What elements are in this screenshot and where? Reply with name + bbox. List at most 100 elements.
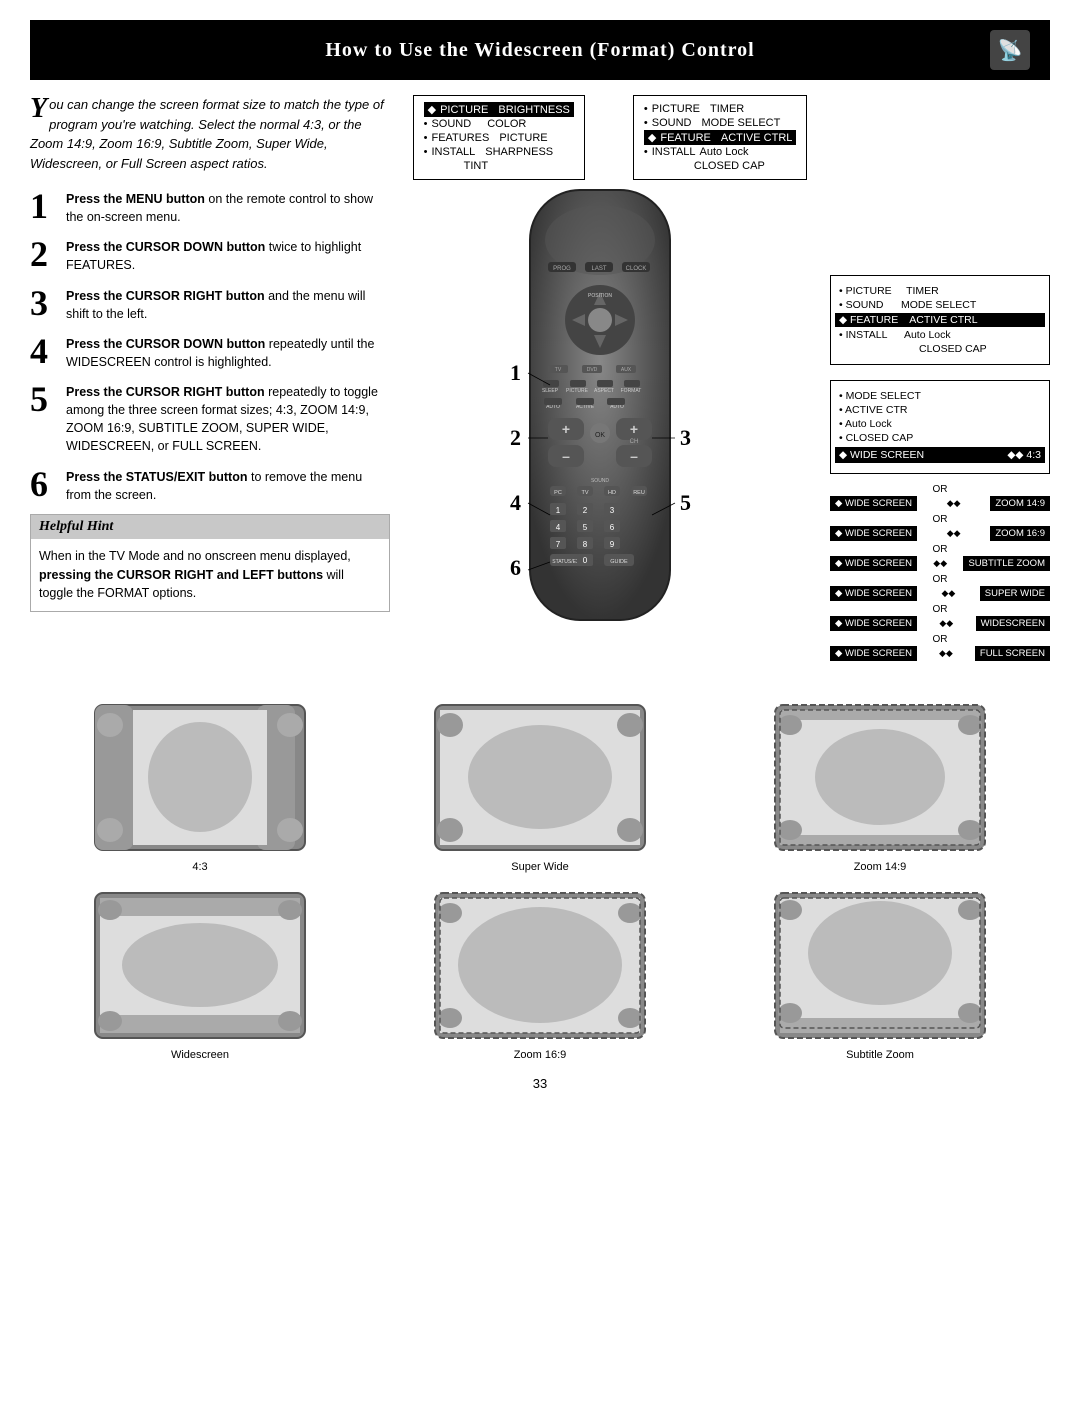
wide-arrow-5: ◆◆ [939, 618, 953, 629]
svg-text:GUIDE: GUIDE [610, 559, 628, 565]
svg-text:1: 1 [510, 360, 521, 385]
wide-row-3: ◆ WIDE SCREEN ◆◆ SUBTITLE ZOOM [830, 556, 1050, 571]
opt-closedcap: CLOSED CAP [919, 342, 1041, 356]
format-label-zoom149: Zoom 14:9 [854, 861, 907, 873]
menu-item-features: • FEATURES PICTURE [424, 131, 574, 145]
svg-text:OK: OK [595, 432, 605, 439]
format-label-subtitle: Subtitle Zoom [846, 1049, 914, 1061]
page-number-text: 33 [533, 1076, 547, 1091]
wide-arrow-6: ◆◆ [939, 648, 953, 659]
svg-text:3: 3 [680, 425, 691, 450]
wide-left-5: ◆ WIDE SCREEN [830, 616, 917, 631]
wide-row-6: ◆ WIDE SCREEN ◆◆ FULL SCREEN [830, 646, 1050, 661]
or-6: OR [830, 634, 1050, 645]
svg-text:ASPECT: ASPECT [594, 388, 614, 394]
step-text-6: Press the STATUS/EXIT button to remove t… [66, 466, 390, 504]
wide-left-1: ◆ WIDE SCREEN [830, 496, 917, 511]
step-text-5: Press the CURSOR RIGHT button repeatedly… [66, 381, 390, 456]
bullet-sound: • [424, 118, 428, 130]
menu-right-brightness: BRIGHTNESS [498, 104, 570, 116]
format-svg-subtitle [770, 888, 990, 1043]
step-text-4: Press the CURSOR DOWN button repeatedly … [66, 333, 390, 371]
wide-arrow-4: ◆◆ [941, 588, 955, 599]
hint-box: Helpful Hint When in the TV Mode and no … [30, 514, 390, 612]
step-3: 3 Press the CURSOR RIGHT button and the … [30, 285, 390, 323]
menu2-label-picture: PICTURE [652, 103, 700, 115]
menu2-closedcap-text: CLOSED CAP [694, 160, 765, 172]
format-illustrations: 4:3 Super Wide [30, 700, 1050, 1061]
or-3: OR [830, 544, 1050, 555]
intro-text: ou can change the screen format size to … [30, 97, 384, 171]
bullet-picture: ◆ [428, 103, 436, 116]
svg-text:CH: CH [630, 439, 639, 445]
opt-wide-right: ◆◆ 4:3 [1007, 449, 1041, 461]
wide-right-3: SUBTITLE ZOOM [963, 556, 1050, 571]
opt-sound: • SOUND MODE SELECT [839, 298, 1041, 312]
step-4: 4 Press the CURSOR DOWN button repeatedl… [30, 333, 390, 371]
step-number-1: 1 [30, 188, 58, 224]
svg-text:TV: TV [555, 367, 562, 373]
step-number-2: 2 [30, 236, 58, 272]
options-box-1: • PICTURE TIMER • SOUND MODE SELECT ◆ FE… [830, 275, 1050, 365]
menu-box-2: • PICTURE TIMER • SOUND MODE SELECT ◆ FE… [633, 95, 808, 180]
opt-install: • INSTALL Auto Lock [839, 328, 1041, 342]
hint-body: When in the TV Mode and no onscreen menu… [31, 539, 389, 611]
menu2-modeselect: MODE SELECT [701, 117, 780, 129]
wide-left-4: ◆ WIDE SCREEN [830, 586, 917, 601]
svg-text:LAST: LAST [591, 266, 606, 272]
wide-right-2: ZOOM 16:9 [990, 526, 1050, 541]
wide-screen-options: OR ◆ WIDE SCREEN ◆◆ ZOOM 14:9 OR ◆ WIDE … [830, 484, 1050, 661]
step2-bold: Press the CURSOR DOWN button [66, 240, 265, 254]
format-label-widescreen: Widescreen [171, 1049, 229, 1061]
step-number-4: 4 [30, 333, 58, 369]
svg-text:POSITION: POSITION [588, 293, 612, 299]
or-5: OR [830, 604, 1050, 615]
svg-text:7: 7 [556, 540, 561, 549]
or-1: OR [830, 484, 1050, 495]
svg-text:+: + [630, 421, 638, 437]
svg-text:PROG: PROG [553, 266, 571, 272]
step-number-3: 3 [30, 285, 58, 321]
wide-row-2: ◆ WIDE SCREEN ◆◆ ZOOM 16:9 [830, 526, 1050, 541]
remote-icon: 📡 [990, 30, 1030, 70]
svg-text:5: 5 [583, 523, 588, 532]
step-5: 5 Press the CURSOR RIGHT button repeated… [30, 381, 390, 456]
page-title: How to Use the Widescreen (Format) Contr… [90, 39, 990, 62]
svg-text:SOUND: SOUND [591, 478, 609, 484]
wide-arrow-3: ◆◆ [933, 558, 947, 569]
svg-text:2: 2 [510, 425, 521, 450]
middle-column: ◆ PICTURE BRIGHTNESS • SOUND COLOR • FEA… [400, 80, 820, 680]
remote-control-area: PROG LAST CLOCK POSITION [470, 180, 750, 680]
svg-text:6: 6 [610, 523, 615, 532]
svg-text:6: 6 [510, 555, 521, 580]
hint-bold: pressing the CURSOR RIGHT and LEFT butto… [39, 568, 323, 582]
menu2-label-feature: FEATURE [660, 132, 711, 144]
menu-right-picture: PICTURE [499, 132, 547, 144]
menu2-closedcap: CLOSED CAP [644, 159, 797, 173]
step-1: 1 Press the MENU button on the remote co… [30, 188, 390, 226]
step-text-2: Press the CURSOR DOWN button twice to hi… [66, 236, 390, 274]
svg-text:–: – [630, 448, 638, 464]
menu-box-1: ◆ PICTURE BRIGHTNESS • SOUND COLOR • FEA… [413, 95, 585, 180]
menu-item-picture-selected: ◆ PICTURE BRIGHTNESS [424, 102, 574, 117]
format-svg-superwide [430, 700, 650, 855]
remote-svg: PROG LAST CLOCK POSITION [470, 180, 730, 670]
svg-text:PICTURE: PICTURE [566, 388, 589, 394]
format-label-43: 4:3 [192, 861, 207, 873]
opt-mode-select: • MODE SELECT [839, 389, 1041, 403]
step-text-1: Press the MENU button on the remote cont… [66, 188, 390, 226]
format-svg-zoom169 [430, 888, 650, 1043]
svg-text:4: 4 [510, 490, 521, 515]
svg-text:2: 2 [583, 506, 588, 515]
menu-label-features: FEATURES [431, 132, 489, 144]
svg-text:8: 8 [583, 540, 588, 549]
wide-arrow-2: ◆◆ [947, 528, 961, 539]
svg-text:+: + [562, 421, 570, 437]
step-number-5: 5 [30, 381, 58, 417]
format-svg-43 [90, 700, 310, 855]
step1-bold: Press the MENU button [66, 192, 205, 206]
opt-widescreen-selected: ◆ WIDE SCREEN ◆◆ 4:3 [835, 447, 1045, 463]
wide-row-1: ◆ WIDE SCREEN ◆◆ ZOOM 14:9 [830, 496, 1050, 511]
svg-text:PC: PC [554, 490, 562, 496]
drop-cap: Y [30, 95, 47, 123]
